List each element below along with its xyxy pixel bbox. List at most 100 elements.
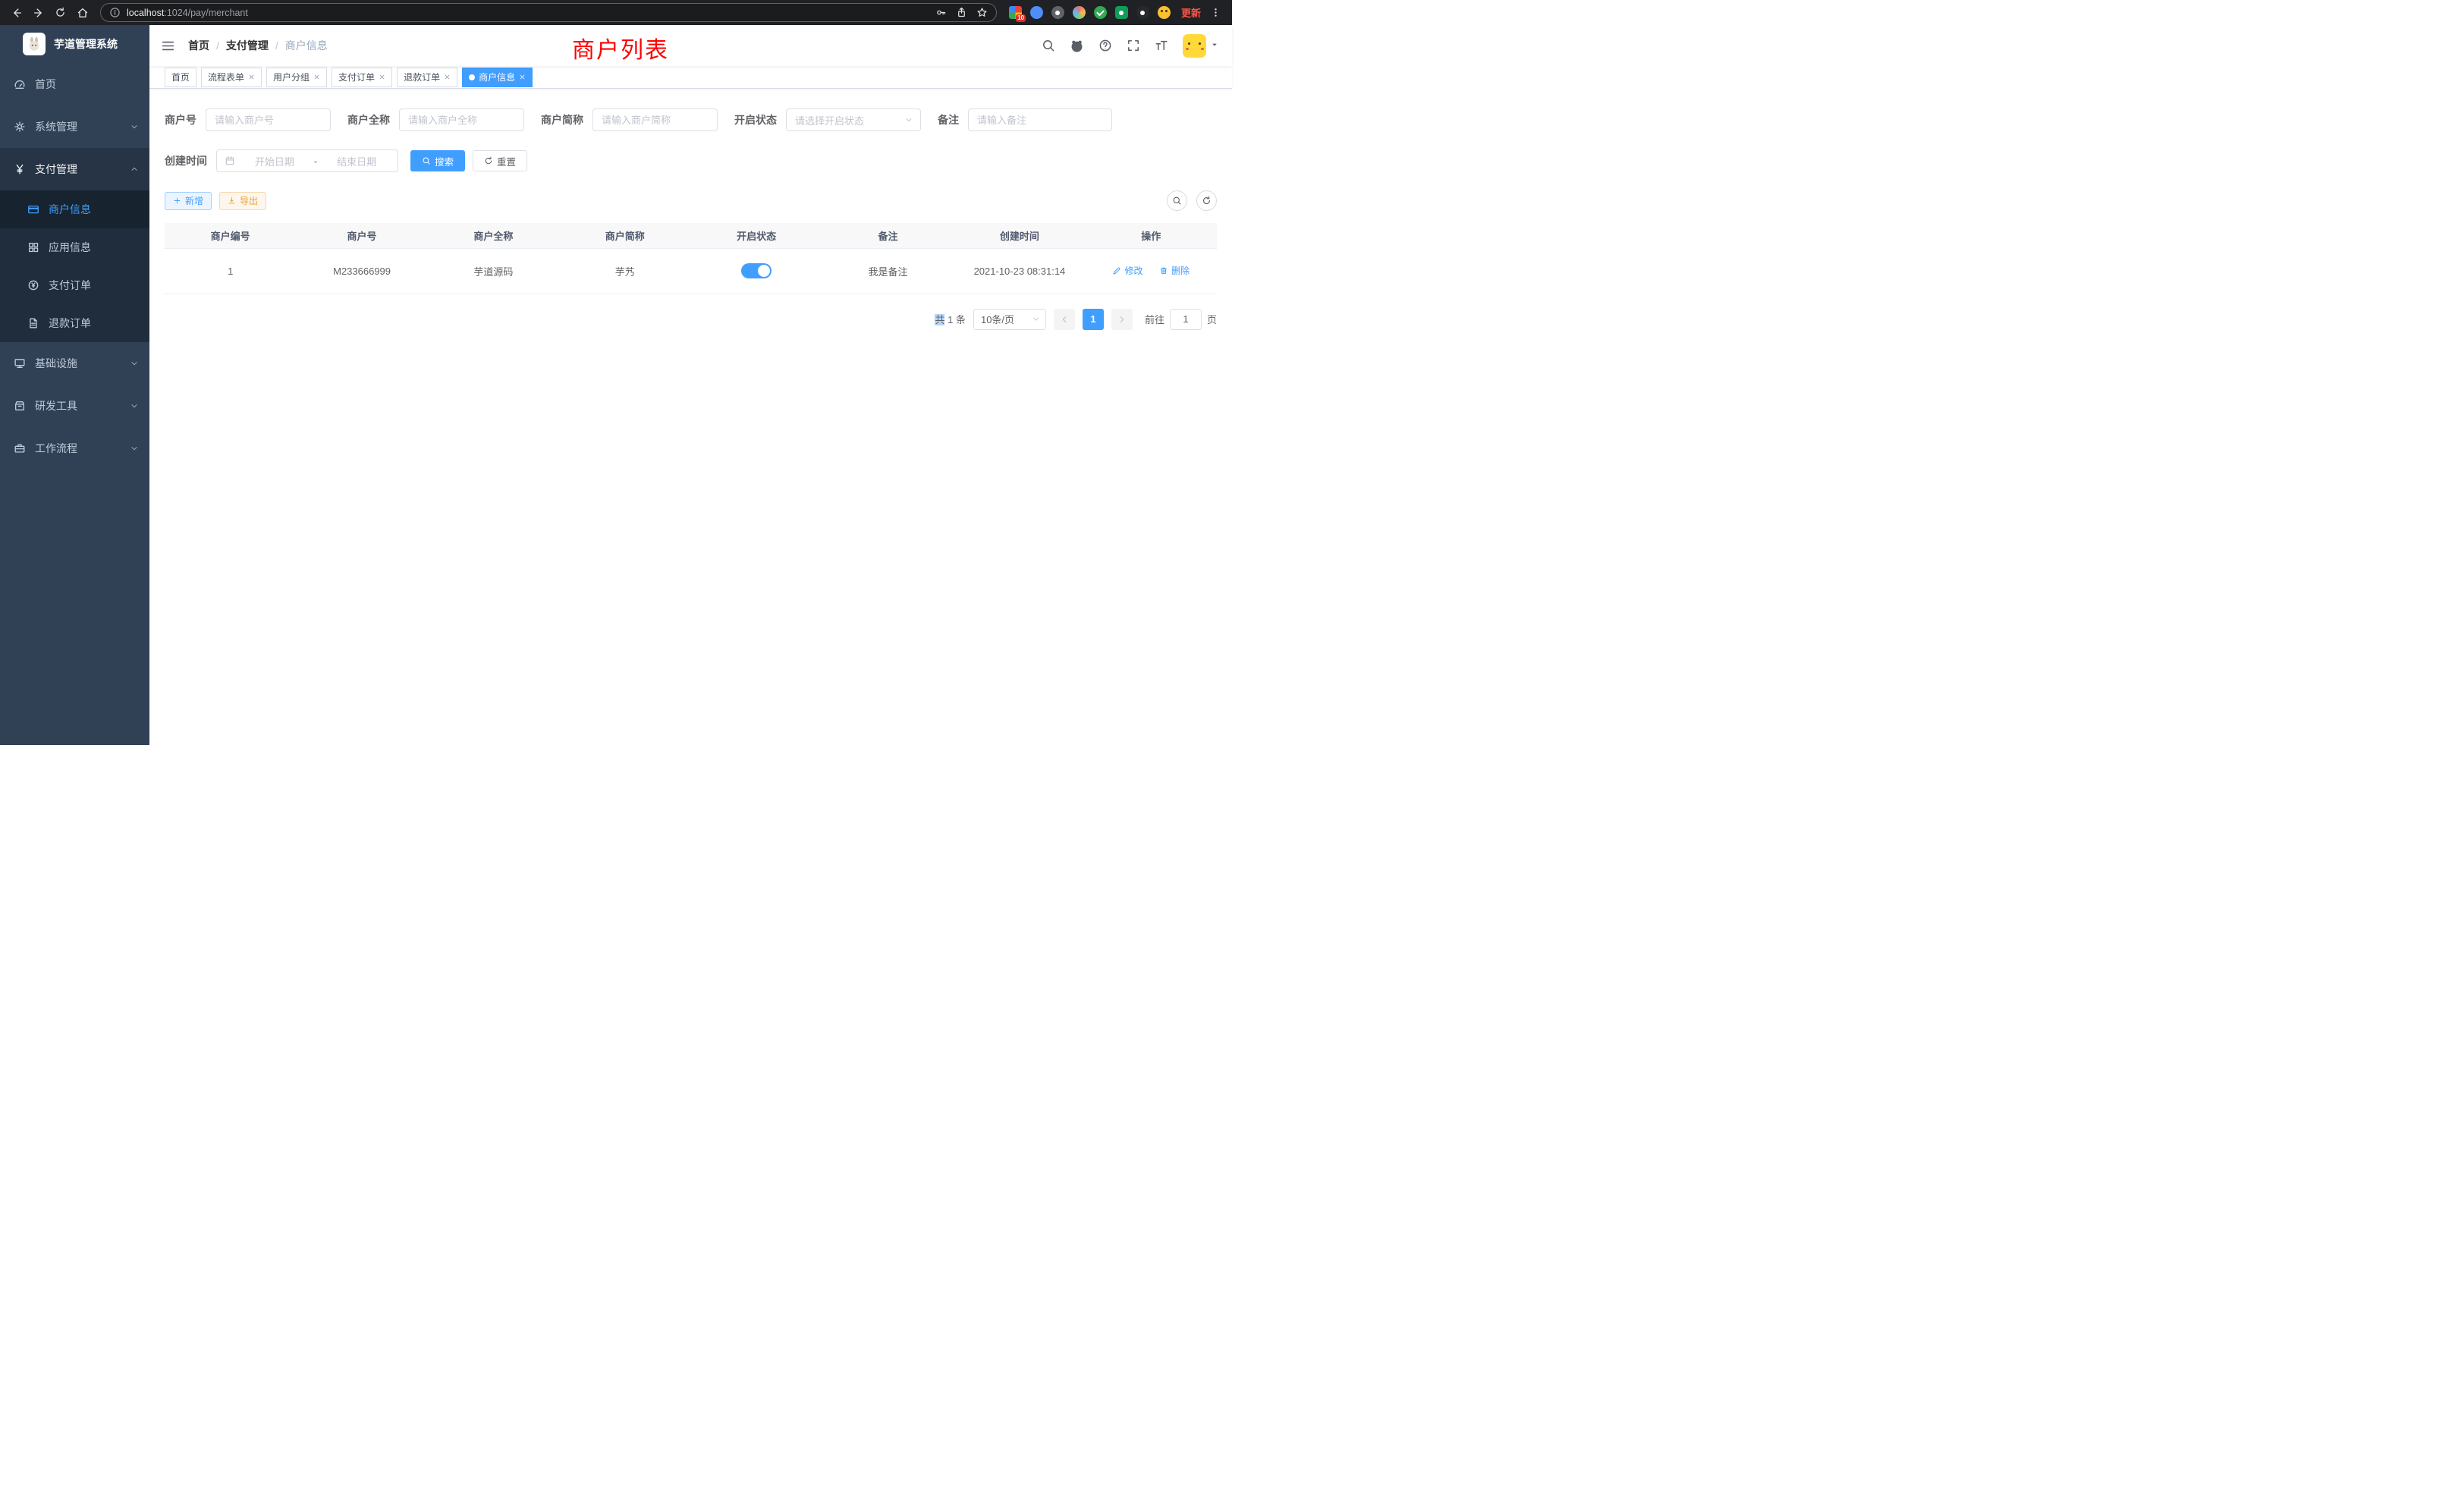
extension-badge: 10 (1016, 14, 1026, 22)
goto-page-input[interactable] (1170, 309, 1202, 330)
status-label: 开启状态 (734, 112, 786, 127)
delete-button[interactable]: 删除 (1159, 264, 1190, 277)
pagination-jumper: 前往 页 (1145, 309, 1217, 330)
add-button[interactable]: 新增 (165, 192, 212, 210)
page-number-1[interactable]: 1 (1083, 309, 1104, 330)
fullscreen-icon[interactable] (1127, 39, 1140, 52)
bookmark-star-icon[interactable] (976, 7, 988, 18)
sidebar-item-pay-order[interactable]: 支付订单 (0, 266, 149, 304)
search-icon[interactable] (1042, 39, 1055, 52)
remark-input[interactable] (968, 108, 1112, 131)
sidebar-item-home[interactable]: 首页 (0, 63, 149, 105)
status-select[interactable]: 请选择开启状态 (786, 108, 921, 131)
remark-label: 备注 (938, 112, 968, 127)
home-button[interactable] (72, 2, 93, 23)
sidebar-item-refund-order[interactable]: 退款订单 (0, 304, 149, 342)
table-toolbar: 新增 导出 (165, 190, 1217, 211)
forward-button[interactable] (28, 2, 49, 23)
col-full-name: 商户全称 (428, 223, 559, 248)
reset-button[interactable]: 重置 (473, 150, 527, 171)
pagination-total: 共 1 条 (935, 312, 966, 326)
font-size-icon[interactable] (1155, 39, 1168, 52)
extension-icon-tabs[interactable]: 10 (1009, 6, 1022, 19)
prev-page-button[interactable] (1054, 309, 1075, 330)
sidebar-item-dev-tools[interactable]: 研发工具 (0, 385, 149, 427)
refresh-button[interactable] (1196, 190, 1217, 211)
logo-rabbit-icon (23, 33, 46, 55)
chevron-down-icon (904, 115, 913, 124)
breadcrumb: 首页 / 支付管理 / 商户信息 (188, 38, 328, 53)
sidebar-item-workflow[interactable]: 工作流程 (0, 427, 149, 470)
chevron-down-icon (130, 444, 139, 453)
create-time-range-picker[interactable]: 开始日期 - 结束日期 (216, 149, 398, 172)
app-frame: 芋道管理系统 首页 系统管理 支付管理 商户信息 (0, 25, 1232, 745)
sidebar-toggle-icon[interactable] (161, 39, 175, 53)
browser-update-button[interactable]: 更新 (1181, 5, 1201, 20)
address-bar[interactable]: localhost:1024/pay/merchant (100, 3, 997, 22)
sidebar-item-merchant-info[interactable]: 商户信息 (0, 190, 149, 228)
url-text[interactable]: localhost:1024/pay/merchant (127, 8, 929, 18)
next-page-button[interactable] (1111, 309, 1133, 330)
edit-button[interactable]: 修改 (1112, 264, 1142, 277)
tab-user-group[interactable]: 用户分组 (266, 68, 327, 87)
full-name-input[interactable] (399, 108, 524, 131)
password-key-icon[interactable] (935, 7, 947, 18)
sidebar-item-infrastructure[interactable]: 基础设施 (0, 342, 149, 385)
tab-refund-order[interactable]: 退款订单 (397, 68, 457, 87)
share-icon[interactable] (956, 7, 967, 18)
extension-icon-green-square[interactable] (1115, 6, 1128, 19)
tab-pay-order[interactable]: 支付订单 (332, 68, 392, 87)
col-create-time: 创建时间 (954, 223, 1085, 248)
chevron-down-icon (130, 359, 139, 368)
breadcrumb-home[interactable]: 首页 (188, 38, 209, 53)
tab-merchant-info[interactable]: 商户信息 (462, 68, 533, 87)
page-size-select[interactable]: 10条/页 (973, 309, 1046, 330)
reload-button[interactable] (50, 2, 71, 23)
short-name-input[interactable] (592, 108, 718, 131)
search-button[interactable]: 搜索 (410, 150, 465, 171)
filter-form-row-1: 商户号 商户全称 商户简称 开启状态 请选择开启状态 (165, 108, 1217, 131)
export-button[interactable]: 导出 (219, 192, 266, 210)
toggle-search-button[interactable] (1167, 190, 1187, 211)
cell-merchant-id: 1 (165, 248, 296, 294)
chevron-down-icon (130, 122, 139, 131)
help-icon[interactable] (1098, 39, 1112, 52)
close-icon[interactable] (313, 74, 320, 80)
col-remark: 备注 (822, 223, 954, 248)
extension-icon-green-check[interactable] (1094, 6, 1107, 19)
close-icon[interactable] (519, 74, 526, 80)
user-menu[interactable] (1183, 34, 1218, 58)
extension-icon-color[interactable] (1073, 6, 1086, 19)
close-icon[interactable] (248, 74, 255, 80)
browser-menu-icon[interactable] (1205, 2, 1226, 23)
status-toggle[interactable] (741, 263, 772, 278)
breadcrumb-payment[interactable]: 支付管理 (226, 38, 269, 53)
extensions-area: 10 (1004, 6, 1175, 19)
main-area: 首页 / 支付管理 / 商户信息 (149, 25, 1232, 745)
sidebar-item-payment[interactable]: 支付管理 (0, 148, 149, 190)
table-row: 1 M233666999 芋道源码 芋艿 我是备注 2021-10-23 08:… (165, 248, 1217, 294)
app-logo[interactable]: 芋道管理系统 (0, 25, 149, 63)
app-grid-icon (27, 241, 39, 253)
sidebar-menu: 首页 系统管理 支付管理 商户信息 应用信息 (0, 63, 149, 470)
url-host: localhost (127, 8, 164, 18)
close-icon[interactable] (444, 74, 451, 80)
tab-home[interactable]: 首页 (165, 68, 196, 87)
gear-icon (14, 121, 26, 133)
briefcase-icon (14, 442, 26, 454)
github-icon[interactable] (1070, 39, 1084, 53)
merchant-no-input[interactable] (206, 108, 331, 131)
site-info-icon[interactable] (109, 7, 121, 18)
close-icon[interactable] (379, 74, 385, 80)
extension-icon-drop[interactable] (1030, 6, 1043, 19)
extension-icon-black[interactable] (1136, 6, 1149, 19)
create-time-label: 创建时间 (165, 153, 216, 168)
sidebar-item-app-info[interactable]: 应用信息 (0, 228, 149, 266)
full-name-label: 商户全称 (347, 112, 399, 127)
sidebar-item-system[interactable]: 系统管理 (0, 105, 149, 148)
tab-process-form[interactable]: 流程表单 (201, 68, 262, 87)
back-button[interactable] (6, 2, 27, 23)
browser-profile-icon[interactable] (1158, 6, 1171, 19)
user-avatar (1183, 34, 1206, 58)
extension-icon-dark[interactable] (1051, 6, 1064, 19)
